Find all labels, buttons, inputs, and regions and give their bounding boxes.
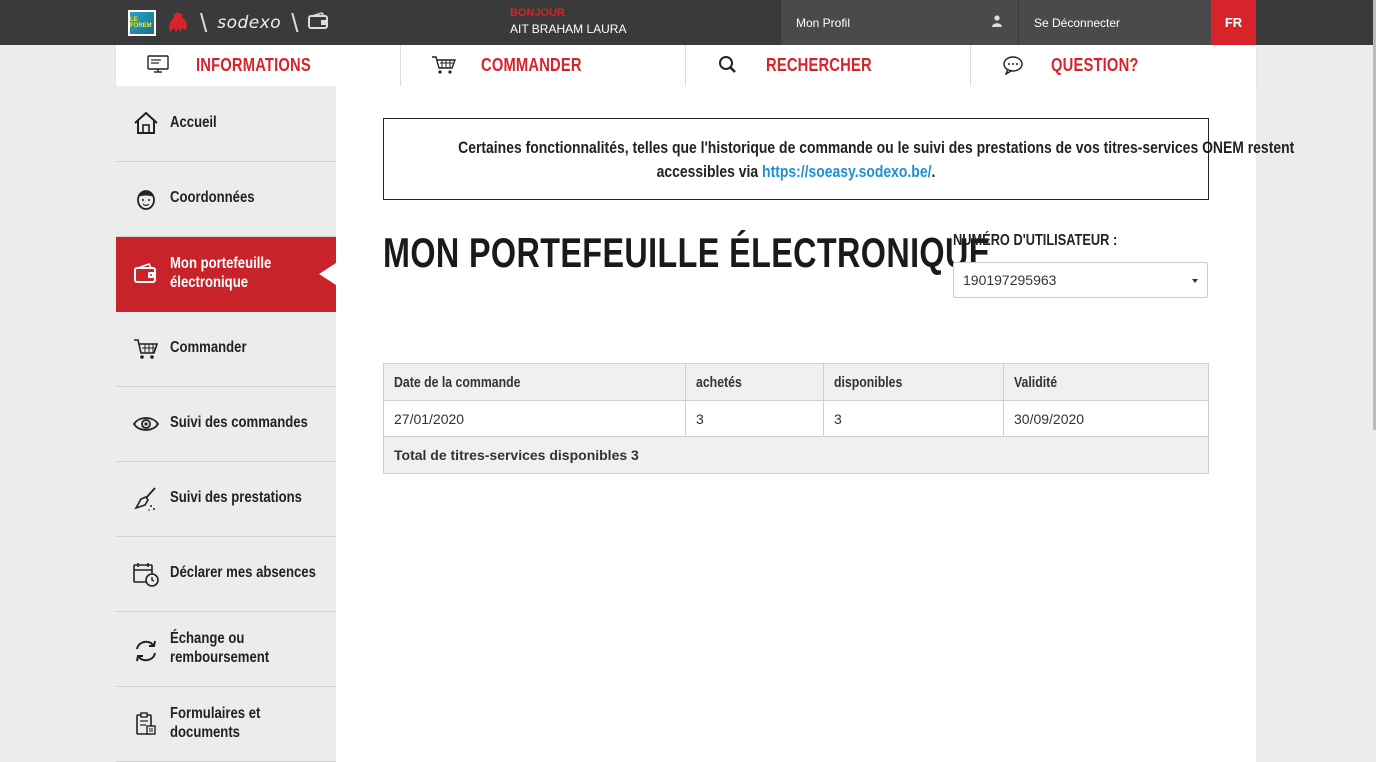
nav-item-question[interactable]: QUESTION? xyxy=(971,45,1256,86)
sidebar-item-commander[interactable]: Commander xyxy=(116,312,336,387)
refresh-icon xyxy=(136,640,156,662)
sidebar-item-label: Suivi des commandes xyxy=(170,414,308,431)
sidebar-item-label: Suivi des prestations xyxy=(170,489,302,506)
sidebar-item-label: Formulaires et documents xyxy=(170,705,261,741)
active-indicator xyxy=(319,263,336,285)
sidebar-item-absences[interactable]: Déclarer mes absences xyxy=(116,537,336,612)
forem-logo: LE FOREM xyxy=(128,10,156,36)
nav-item-informations[interactable]: INFORMATIONS xyxy=(116,45,401,86)
table-cell-validite: 30/09/2020 xyxy=(1014,410,1085,427)
logo-divider: \ xyxy=(200,8,208,38)
language-label: FR xyxy=(1224,15,1243,30)
sidebar-item-suivi-prestations[interactable]: Suivi des prestations xyxy=(116,462,336,537)
user-number-label: NUMÉRO D'UTILISATEUR : xyxy=(953,232,1118,249)
column-header: Date de la commande xyxy=(384,364,686,400)
soeasy-link[interactable]: https://soeasy.sodexo.be/ xyxy=(762,162,931,181)
main-content: Certaines fonctionnalités, telles que l'… xyxy=(336,86,1295,762)
nav-item-commander[interactable]: COMMANDER xyxy=(401,45,686,86)
nav-label: QUESTION? xyxy=(1051,55,1139,75)
profile-label: Mon Profil xyxy=(796,15,851,30)
clipboard-icon xyxy=(136,712,156,735)
table-row: 27/01/2020 3 3 30/09/2020 xyxy=(384,401,1208,437)
chat-bubble-icon xyxy=(1003,56,1023,75)
nav-item-rechercher[interactable]: RECHERCHER xyxy=(686,45,971,86)
language-selector[interactable]: FR xyxy=(1211,0,1256,45)
table-cell-achetes: 3 xyxy=(686,401,824,436)
sidebar-item-coordonnees[interactable]: Coordonnées xyxy=(116,162,336,237)
sidebar-item-echange[interactable]: Échange ou remboursement xyxy=(116,612,336,687)
logout-label: Se Déconnecter xyxy=(1034,15,1121,30)
wallet-logo-icon xyxy=(308,11,330,35)
table-header: Date de la commande achetés disponibles … xyxy=(384,364,1208,401)
wallet-table: Date de la commande achetés disponibles … xyxy=(383,363,1209,474)
calendar-clock-icon xyxy=(133,563,159,587)
sidebar-item-label: Mon portefeuille électronique xyxy=(170,255,272,291)
cart-icon xyxy=(134,339,159,359)
wallonia-rooster-logo xyxy=(166,10,190,36)
sidebar: Accueil Coordonnées Mon portefeuille éle… xyxy=(116,86,336,762)
greeting-text: BONJOUR xyxy=(510,7,566,19)
column-header: Validité xyxy=(1014,373,1058,391)
notice-text: Certaines fonctionnalités, telles que l'… xyxy=(458,138,1295,157)
sidebar-item-label: Accueil xyxy=(170,114,217,131)
person-icon xyxy=(137,190,155,210)
column-header: disponibles xyxy=(824,364,1004,400)
sidebar-item-accueil[interactable]: Accueil xyxy=(116,86,336,162)
nav-label: COMMANDER xyxy=(481,55,582,75)
logo-divider: \ xyxy=(291,8,299,38)
monitor-icon xyxy=(147,55,169,73)
notice-suffix: . xyxy=(931,162,936,181)
sidebar-item-label: Coordonnées xyxy=(170,189,255,206)
sodexo-logo: sodexo xyxy=(217,13,282,33)
sidebar-item-label: Déclarer mes absences xyxy=(170,564,316,581)
total-text: Total de titres-services disponibles 3 xyxy=(394,447,639,463)
sidebar-item-suivi-commandes[interactable]: Suivi des commandes xyxy=(116,387,336,462)
table-total-row: Total de titres-services disponibles 3 xyxy=(384,437,1208,473)
eye-icon xyxy=(133,417,159,431)
notice-line-2: accessibles via https://soeasy.sodexo.be… xyxy=(458,160,1134,184)
user-number-select[interactable]: 190197295963 xyxy=(953,262,1208,298)
user-icon xyxy=(992,15,1002,27)
logout-button[interactable]: Se Déconnecter xyxy=(1019,0,1211,45)
table-cell-date: 27/01/2020 xyxy=(384,401,686,436)
column-header: achetés xyxy=(686,364,824,400)
main-nav: INFORMATIONS COMMANDER RECHERCHER QUESTI… xyxy=(116,45,1256,86)
broom-icon xyxy=(134,487,156,511)
cart-icon xyxy=(432,56,457,74)
table-cell-disponibles: 3 xyxy=(824,401,1004,436)
chevron-down-icon xyxy=(1192,279,1198,283)
sidebar-item-portefeuille[interactable]: Mon portefeuille électronique xyxy=(116,237,336,312)
nav-label: RECHERCHER xyxy=(766,55,872,75)
user-number-value: 190197295963 xyxy=(963,272,1057,288)
home-icon xyxy=(134,111,158,134)
wallet-icon xyxy=(134,263,156,283)
user-name: AIT BRAHAM LAURA xyxy=(510,22,627,36)
user-greeting: BONJOUR AIT BRAHAM LAURA xyxy=(510,7,626,37)
top-bar: LE FOREM \ sodexo \ BONJOUR AIT BRAHAM L… xyxy=(0,0,1376,45)
info-notice: Certaines fonctionnalités, telles que l'… xyxy=(383,118,1295,200)
page-title: MON PORTEFEUILLE ÉLECTRONIQUE xyxy=(383,229,991,276)
sidebar-item-label: Échange ou remboursement xyxy=(170,630,270,666)
sidebar-item-formulaires[interactable]: Formulaires et documents xyxy=(116,687,336,762)
nav-label: INFORMATIONS xyxy=(196,55,311,75)
notice-prefix: accessibles via xyxy=(656,162,763,181)
profile-button[interactable]: Mon Profil xyxy=(781,0,1018,45)
search-icon xyxy=(719,56,736,73)
logo-group[interactable]: LE FOREM \ sodexo \ xyxy=(128,8,330,38)
sidebar-item-label: Commander xyxy=(170,339,247,356)
